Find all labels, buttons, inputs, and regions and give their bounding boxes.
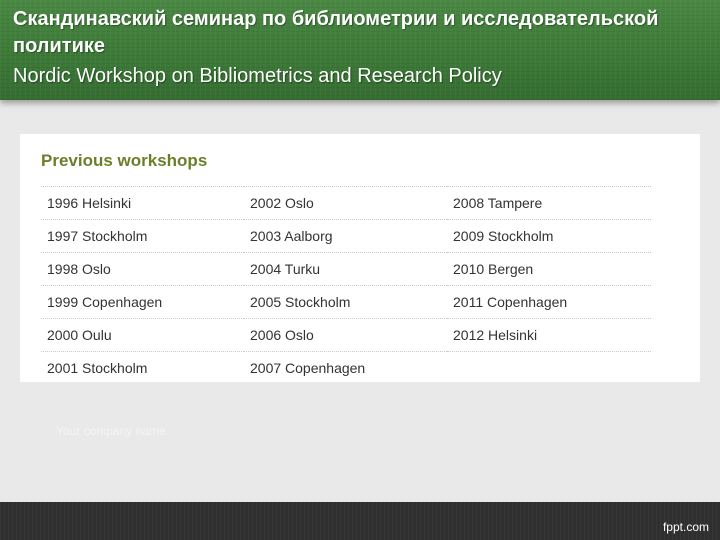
workshops-panel: Previous workshops 1996 Helsinki 2002 Os…: [20, 134, 700, 384]
table-row: 1997 Stockholm 2003 Aalborg 2009 Stockho…: [41, 219, 651, 253]
table-cell: 1998 Oslo: [41, 252, 244, 286]
company-name-placeholder: Your company name: [56, 424, 166, 438]
table-row: 1998 Oslo 2004 Turku 2010 Bergen: [41, 252, 651, 286]
table-cell: [447, 351, 651, 384]
table-row: 2001 Stockholm 2007 Copenhagen: [41, 351, 651, 384]
table-cell: 1997 Stockholm: [41, 219, 244, 253]
table-cell: 1996 Helsinki: [41, 186, 244, 220]
brand-logo-text: fppt.com: [662, 520, 709, 534]
table-cell: 1999 Copenhagen: [41, 285, 244, 319]
table-cell: 2007 Copenhagen: [244, 351, 447, 384]
table-cell: 2004 Turku: [244, 252, 447, 286]
table-cell: 2010 Bergen: [447, 252, 651, 286]
table-row: 1996 Helsinki 2002 Oslo 2008 Tampere: [41, 186, 651, 220]
title-russian: Скандинавский семинар по библиометрии и …: [13, 8, 659, 57]
title-english: Nordic Workshop on Bibliometrics and Res…: [13, 65, 502, 87]
table-cell: 2005 Stockholm: [244, 285, 447, 319]
table-cell: 2009 Stockholm: [447, 219, 651, 253]
table-cell: 2000 Oulu: [41, 318, 244, 352]
footer-bar: fppt.com: [0, 502, 720, 540]
panel-heading: Previous workshops: [41, 151, 208, 170]
table-row: 1999 Copenhagen 2005 Stockholm 2011 Cope…: [41, 285, 651, 319]
table-cell: 2003 Aalborg: [244, 219, 447, 253]
table-cell: 2011 Copenhagen: [447, 285, 651, 319]
table-cell: 2012 Helsinki: [447, 318, 651, 352]
table-cell: 2001 Stockholm: [41, 351, 244, 384]
workshops-table: 1996 Helsinki 2002 Oslo 2008 Tampere 199…: [41, 186, 651, 384]
title-banner: Скандинавский семинар по библиометрии и …: [0, 0, 720, 100]
table-cell: 2008 Tampere: [447, 186, 651, 220]
table-row: 2000 Oulu 2006 Oslo 2012 Helsinki: [41, 318, 651, 352]
table-cell: 2002 Oslo: [244, 186, 447, 220]
table-cell: 2006 Oslo: [244, 318, 447, 352]
